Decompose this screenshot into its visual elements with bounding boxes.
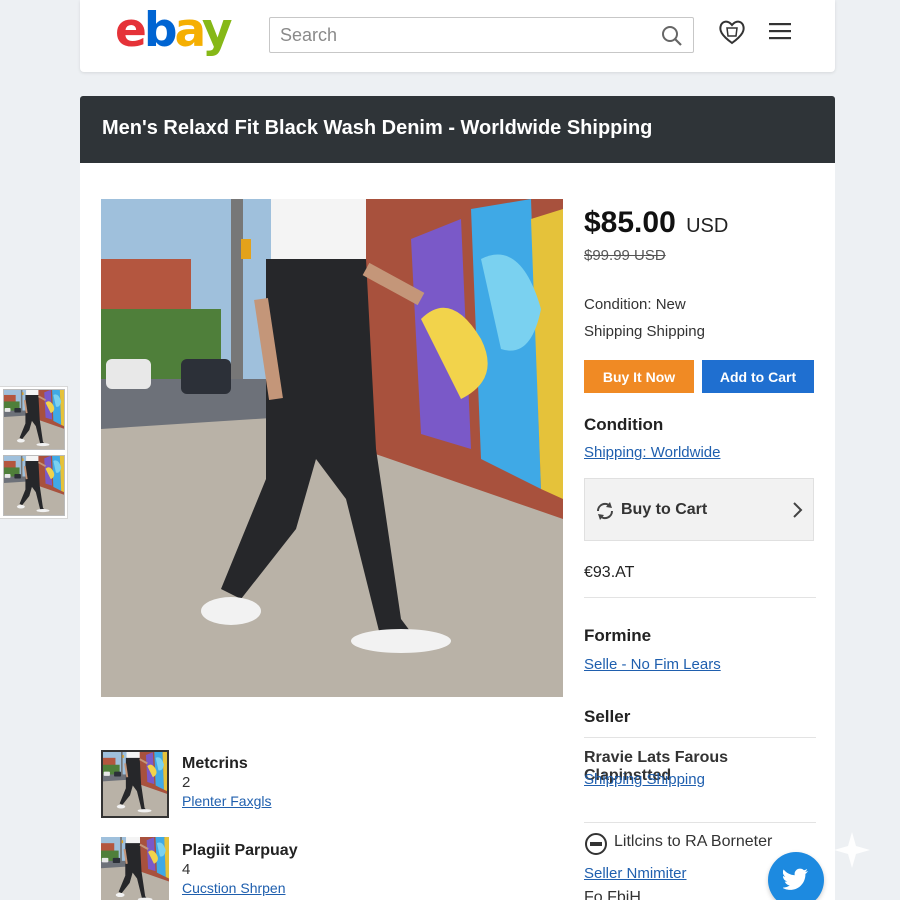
related-item-thumbnail[interactable] bbox=[101, 837, 169, 900]
related-item-qty: 4 bbox=[182, 861, 191, 878]
related-item: Metcrins 2 Plenter Faxgls bbox=[101, 750, 501, 818]
price-value: $85.00 bbox=[584, 206, 676, 239]
buy-it-now-button[interactable]: Buy It Now bbox=[584, 360, 694, 393]
product-panel: $85.00 USD $99.99 USD Condition: New Shi… bbox=[80, 163, 835, 900]
condition-value: New bbox=[655, 296, 686, 313]
related-item-title: Plagiit Parpuay bbox=[182, 842, 298, 859]
related-item-link[interactable]: Cucstion Shrpen bbox=[182, 880, 286, 896]
price: $85.00 USD bbox=[584, 206, 728, 240]
menu-icon[interactable] bbox=[769, 21, 791, 46]
logo-letter-b: b bbox=[143, 3, 178, 58]
top-header: ebay bbox=[80, 0, 835, 72]
search-icon[interactable] bbox=[661, 25, 683, 52]
seller-shipping-link[interactable]: Shipping Shipping bbox=[584, 771, 705, 788]
divider bbox=[584, 737, 816, 738]
condition-label: Condition: bbox=[584, 296, 652, 313]
heart-icon[interactable] bbox=[718, 18, 746, 51]
search-box bbox=[269, 17, 694, 53]
price-currency: USD bbox=[686, 215, 729, 237]
title-bar: Men's Relaxd Fit Black Wash Denim - Worl… bbox=[80, 96, 835, 163]
buy-to-cart-row[interactable]: Buy to Cart bbox=[584, 478, 814, 541]
related-item: Plagiit Parpuay 4 Cucstion Shrpen bbox=[101, 837, 501, 900]
related-item-title: Metcrins bbox=[182, 755, 248, 772]
shipping-line: Shipping Shipping bbox=[584, 323, 705, 340]
twitter-share-button[interactable] bbox=[768, 852, 824, 900]
sparkle-icon bbox=[832, 830, 872, 875]
buy-to-cart-label: Buy to Cart bbox=[621, 501, 708, 518]
image-thumbnail[interactable] bbox=[3, 455, 65, 516]
formine-link[interactable]: Selle - No Fim Lears bbox=[584, 656, 721, 673]
add-to-cart-button[interactable]: Add to Cart bbox=[702, 360, 814, 393]
ebay-logo[interactable]: ebay bbox=[115, 3, 233, 58]
chevron-right-icon bbox=[791, 501, 803, 524]
image-thumbnail[interactable] bbox=[3, 389, 65, 450]
twitter-bird-icon bbox=[783, 868, 808, 890]
related-item-thumbnail[interactable] bbox=[101, 750, 169, 818]
condition-line: Condition: New bbox=[584, 296, 686, 313]
related-item-qty: 2 bbox=[182, 774, 191, 791]
note-text: Litlcins to RA Borneter bbox=[614, 833, 773, 850]
currency-text: €93.AT bbox=[584, 564, 635, 581]
related-item-link[interactable]: Plenter Faxgls bbox=[182, 793, 271, 809]
divider bbox=[584, 597, 816, 598]
cut-text: Fo.FbiH bbox=[584, 889, 641, 900]
search-input[interactable] bbox=[270, 18, 640, 52]
logo-letter-a: a bbox=[174, 3, 205, 58]
page-title: Men's Relaxd Fit Black Wash Denim - Worl… bbox=[102, 117, 653, 139]
old-price: $99.99 USD bbox=[584, 247, 666, 264]
seller-link[interactable]: Seller Nmimiter bbox=[584, 865, 687, 882]
image-thumbnail-strip bbox=[0, 386, 68, 519]
sync-icon bbox=[595, 501, 615, 526]
condition-heading: Condition bbox=[584, 415, 664, 434]
divider bbox=[584, 822, 816, 823]
product-image[interactable] bbox=[101, 199, 563, 697]
shipping-worldwide-link[interactable]: Shipping: Worldwide bbox=[584, 444, 720, 461]
formine-heading: Formine bbox=[584, 626, 652, 645]
logo-letter-e: e bbox=[115, 3, 147, 58]
seller-heading: Seller bbox=[584, 707, 631, 726]
logo-letter-y: y bbox=[201, 3, 233, 58]
badge-icon bbox=[584, 832, 608, 861]
